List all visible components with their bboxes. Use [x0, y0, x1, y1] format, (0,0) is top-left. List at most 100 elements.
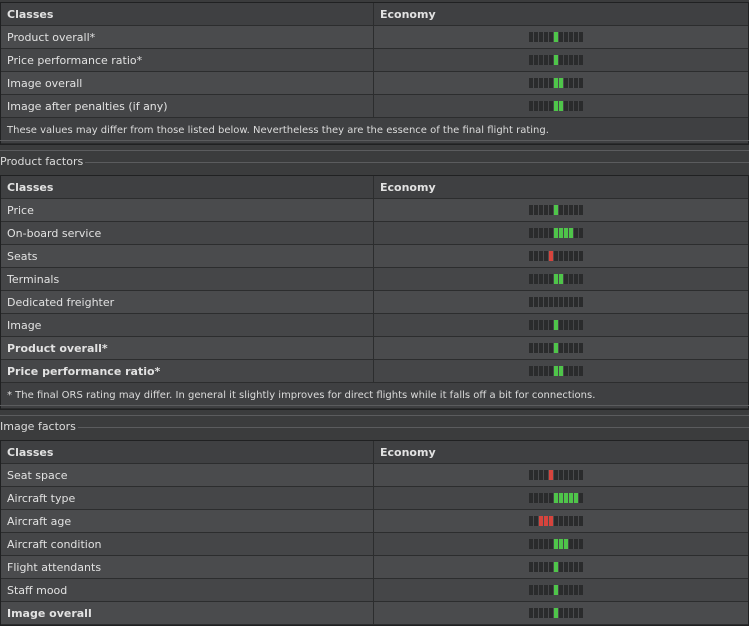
divider: [0, 415, 749, 416]
rating-bar: [529, 251, 583, 261]
rating-segment: [544, 101, 548, 111]
rating-segment: [569, 516, 573, 526]
rating-segment: [559, 470, 563, 480]
rating-segment: [539, 32, 543, 42]
rating-label: Staff mood: [1, 579, 374, 601]
rating-segment: [534, 320, 538, 330]
rating-segment: [574, 228, 578, 238]
rating-cell: [374, 291, 748, 313]
rating-segment: [539, 539, 543, 549]
product-factors-title: Product factors: [0, 153, 749, 171]
rating-cell: [374, 556, 748, 578]
rating-bar: [529, 78, 583, 88]
product-factors-table: Classes Economy Price On-board service Sea…: [0, 175, 749, 410]
rating-bar: [529, 274, 583, 284]
rating-segment: [564, 78, 568, 88]
rating-segment: [569, 608, 573, 618]
rating-segment: [539, 608, 543, 618]
rating-label: On-board service: [1, 222, 374, 244]
rating-segment: [569, 228, 573, 238]
rating-segment: [564, 205, 568, 215]
rating-segment: [549, 493, 553, 503]
rating-cell: [374, 245, 748, 267]
rating-segment: [544, 297, 548, 307]
rating-bar: [529, 585, 583, 595]
rating-segment: [579, 366, 583, 376]
rating-segment: [579, 78, 583, 88]
rating-segment: [554, 32, 558, 42]
rating-segment: [579, 539, 583, 549]
rating-bar: [529, 343, 583, 353]
rating-segment: [539, 274, 543, 284]
rating-cell: [374, 602, 748, 624]
rating-segment: [529, 205, 533, 215]
rating-label: Image overall: [1, 72, 374, 94]
rating-bar: [529, 55, 583, 65]
rating-segment: [559, 205, 563, 215]
rating-segment: [564, 343, 568, 353]
rating-segment: [539, 493, 543, 503]
rating-segment: [559, 101, 563, 111]
rating-segment: [534, 470, 538, 480]
rating-cell: [374, 95, 748, 117]
rating-cell: [374, 360, 748, 382]
rating-cell: [374, 533, 748, 555]
rating-segment: [529, 320, 533, 330]
rating-row: Price: [1, 199, 748, 222]
rating-segment: [554, 470, 558, 480]
rating-segment: [549, 608, 553, 618]
rating-segment: [559, 343, 563, 353]
rating-segment: [564, 562, 568, 572]
rating-label: Price performance ratio*: [1, 360, 374, 382]
rating-segment: [544, 585, 548, 595]
rating-bar: [529, 101, 583, 111]
rating-segment: [574, 493, 578, 503]
rating-segment: [559, 297, 563, 307]
rating-row: Price performance ratio*: [1, 360, 748, 383]
rating-segment: [554, 608, 558, 618]
rating-segment: [549, 101, 553, 111]
rating-segment: [534, 78, 538, 88]
rating-row: Image after penalties (if any): [1, 95, 748, 118]
rating-label: Image overall: [1, 602, 374, 624]
rating-segment: [549, 366, 553, 376]
rating-segment: [529, 251, 533, 261]
rating-segment: [544, 539, 548, 549]
rating-label: Dedicated freighter: [1, 291, 374, 313]
rating-segment: [569, 32, 573, 42]
rating-segment: [559, 539, 563, 549]
rating-segment: [559, 251, 563, 261]
rating-segment: [554, 516, 558, 526]
rating-segment: [564, 274, 568, 284]
rating-segment: [564, 493, 568, 503]
rating-segment: [569, 343, 573, 353]
rating-segment: [574, 516, 578, 526]
rating-segment: [539, 562, 543, 572]
rating-bar: [529, 205, 583, 215]
rating-label: Price: [1, 199, 374, 221]
rating-row: Product overall*: [1, 26, 748, 49]
divider: [0, 140, 749, 141]
rating-segment: [534, 585, 538, 595]
rating-segment: [574, 32, 578, 42]
rating-segment: [544, 55, 548, 65]
rating-segment: [529, 562, 533, 572]
rating-segment: [544, 320, 548, 330]
rating-label: Aircraft age: [1, 510, 374, 532]
rating-segment: [574, 539, 578, 549]
rating-row: Image overall: [1, 72, 748, 95]
rating-segment: [579, 55, 583, 65]
rating-segment: [559, 562, 563, 572]
image-factors-table: Classes Economy Seat space Aircraft type A…: [0, 440, 749, 626]
rating-segment: [564, 516, 568, 526]
rating-segment: [534, 101, 538, 111]
rating-bar: [529, 539, 583, 549]
rating-segment: [544, 343, 548, 353]
rating-segment: [549, 585, 553, 595]
rating-segment: [539, 55, 543, 65]
rating-segment: [574, 585, 578, 595]
image-factors-title: Image factors: [0, 418, 749, 436]
rating-segment: [559, 32, 563, 42]
rating-segment: [574, 101, 578, 111]
rating-segment: [544, 205, 548, 215]
